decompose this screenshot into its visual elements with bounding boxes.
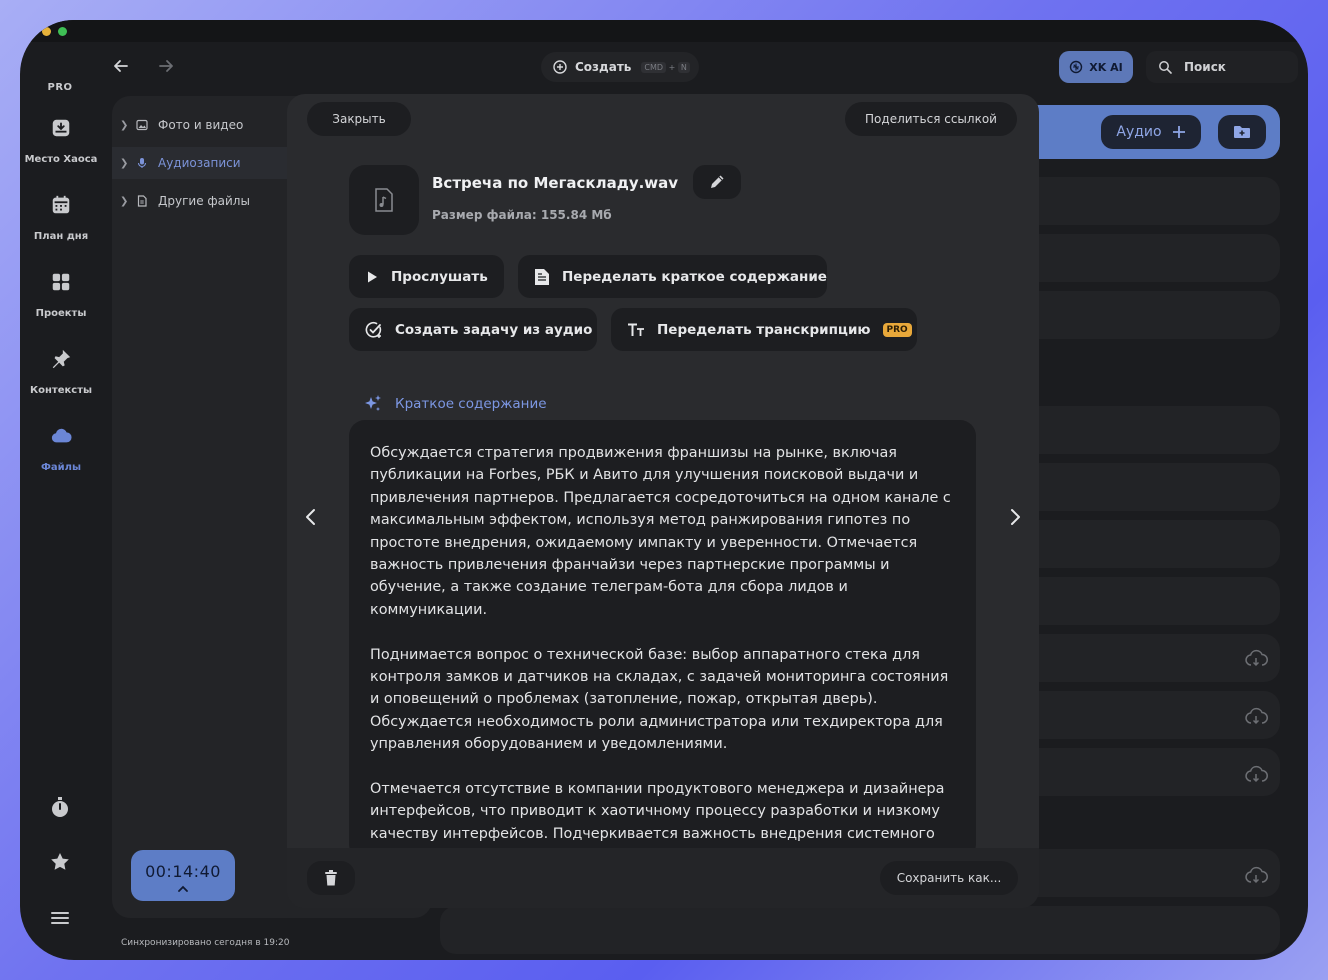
create-task-button[interactable]: Создать задачу из аудио <box>349 308 597 351</box>
redo-summary-label: Переделать краткое содержание <box>562 268 827 285</box>
summary-paragraph: Обсуждается стратегия продвижения франши… <box>370 445 951 618</box>
tree-item-label: Другие файлы <box>158 194 250 208</box>
tree-item-label: Фото и видео <box>158 118 244 132</box>
pencil-icon <box>711 175 724 188</box>
text-size-icon <box>628 323 644 336</box>
trash-icon <box>325 870 337 886</box>
folder-plus-icon <box>1234 126 1250 138</box>
nav-item-label: Место Хаоса <box>24 154 98 165</box>
star-icon[interactable] <box>48 850 72 874</box>
file-name: Встреча по Мегаскладу.wav <box>432 174 679 192</box>
summary-text-box: Обсуждается стратегия продвижения франши… <box>349 420 976 860</box>
shortcut-hint: CMD + N <box>641 61 690 73</box>
redo-transcript-button[interactable]: Переделать транскрипцию PRO <box>611 308 917 351</box>
task-check-icon <box>365 321 382 338</box>
chevron-right-icon[interactable]: ❯ <box>120 120 130 131</box>
audio-file-icon <box>375 188 393 212</box>
create-button[interactable]: Создать CMD + N <box>541 52 699 82</box>
cloud-download-icon[interactable] <box>1244 763 1268 787</box>
summary-paragraph: Поднимается вопрос о технической базе: в… <box>370 646 949 753</box>
maximize-window-button[interactable] <box>58 27 67 36</box>
play-icon <box>368 271 377 282</box>
minimize-window-button[interactable] <box>42 27 51 36</box>
file-details-modal: Закрыть Поделиться ссылкой Встреча по Ме… <box>287 94 1039 908</box>
new-folder-button[interactable] <box>1218 115 1266 149</box>
inbox-tray-icon <box>52 119 70 137</box>
redo-summary-button[interactable]: Переделать краткое содержание <box>518 255 827 298</box>
stopwatch-icon[interactable] <box>48 795 72 819</box>
image-icon <box>136 119 148 131</box>
grid-icon <box>52 273 70 291</box>
ai-assistant-button[interactable]: XK AI <box>1059 51 1133 83</box>
close-button[interactable]: Закрыть <box>307 102 411 136</box>
nav-item-contexts[interactable]: Контексты <box>20 348 102 397</box>
chevron-right-icon[interactable]: ❯ <box>120 158 130 169</box>
back-arrow-icon[interactable] <box>111 56 131 76</box>
chevron-up-icon <box>178 885 188 892</box>
nav-item-chaos[interactable]: Место Хаоса <box>20 117 102 166</box>
app-window: PRO Место Хаоса План дня Проекты Контекс… <box>20 20 1308 960</box>
add-audio-button[interactable]: Аудио <box>1101 115 1201 149</box>
search-input[interactable]: Поиск <box>1146 51 1298 83</box>
nav-item-label: Файлы <box>40 462 82 473</box>
cloud-download-icon[interactable] <box>1244 864 1268 888</box>
create-button-label: Создать <box>575 60 632 74</box>
ai-button-label: XK AI <box>1089 60 1123 74</box>
nav-item-files[interactable]: Файлы <box>20 425 102 474</box>
file-thumbnail <box>349 165 419 235</box>
title-bar <box>20 20 1308 42</box>
cloud-download-icon[interactable] <box>1244 705 1268 729</box>
plan-badge: PRO <box>47 82 73 93</box>
forward-arrow-icon[interactable] <box>156 56 176 76</box>
cloud-download-icon[interactable] <box>1244 647 1268 671</box>
list-item[interactable] <box>440 906 1280 954</box>
redo-transcript-label: Переделать транскрипцию <box>657 321 871 338</box>
menu-icon[interactable] <box>48 906 72 930</box>
listen-button[interactable]: Прослушать <box>349 255 504 298</box>
nav-item-label: План дня <box>33 231 89 242</box>
pro-badge: PRO <box>882 322 912 337</box>
document-text-icon <box>535 268 549 285</box>
summary-heading: Краткое содержание <box>363 394 547 414</box>
timer-value: 00:14:40 <box>145 862 221 881</box>
microphone-icon <box>137 158 147 168</box>
plus-icon <box>1172 126 1185 138</box>
delete-button[interactable] <box>307 861 355 895</box>
add-audio-label: Аудио <box>1116 124 1162 140</box>
summary-heading-label: Краткое содержание <box>395 396 547 412</box>
sidebar-rail: PRO Место Хаоса План дня Проекты Контекс… <box>20 42 112 960</box>
previous-file-arrow-icon[interactable] <box>298 504 324 530</box>
search-icon <box>1159 61 1172 74</box>
sparkles-icon <box>365 395 381 411</box>
pin-icon <box>52 349 71 369</box>
rename-button[interactable] <box>693 165 741 199</box>
brain-icon <box>1070 60 1083 74</box>
tree-item-label: Аудиозаписи <box>158 156 241 170</box>
modal-footer: Сохранить как... <box>287 848 1039 908</box>
cloud-icon <box>51 428 72 443</box>
listen-label: Прослушать <box>391 268 488 285</box>
file-size: Размер файла: 155.84 Мб <box>432 208 612 222</box>
nav-item-label: Проекты <box>35 308 87 319</box>
nav-item-label: Контексты <box>29 385 93 396</box>
search-placeholder: Поиск <box>1184 60 1226 74</box>
next-file-arrow-icon[interactable] <box>1002 504 1028 530</box>
calendar-icon <box>52 195 70 214</box>
share-link-button[interactable]: Поделиться ссылкой <box>845 102 1017 136</box>
document-icon <box>137 195 147 207</box>
create-task-label: Создать задачу из аудио <box>395 321 593 338</box>
recording-timer[interactable]: 00:14:40 <box>131 850 235 901</box>
save-as-button[interactable]: Сохранить как... <box>880 861 1018 895</box>
nav-item-day-plan[interactable]: План дня <box>20 194 102 243</box>
chevron-right-icon[interactable]: ❯ <box>120 196 130 207</box>
sync-status: Синхронизировано сегодня в 19:20 <box>121 938 290 948</box>
plus-circle-icon <box>553 60 567 74</box>
nav-item-projects[interactable]: Проекты <box>20 271 102 320</box>
